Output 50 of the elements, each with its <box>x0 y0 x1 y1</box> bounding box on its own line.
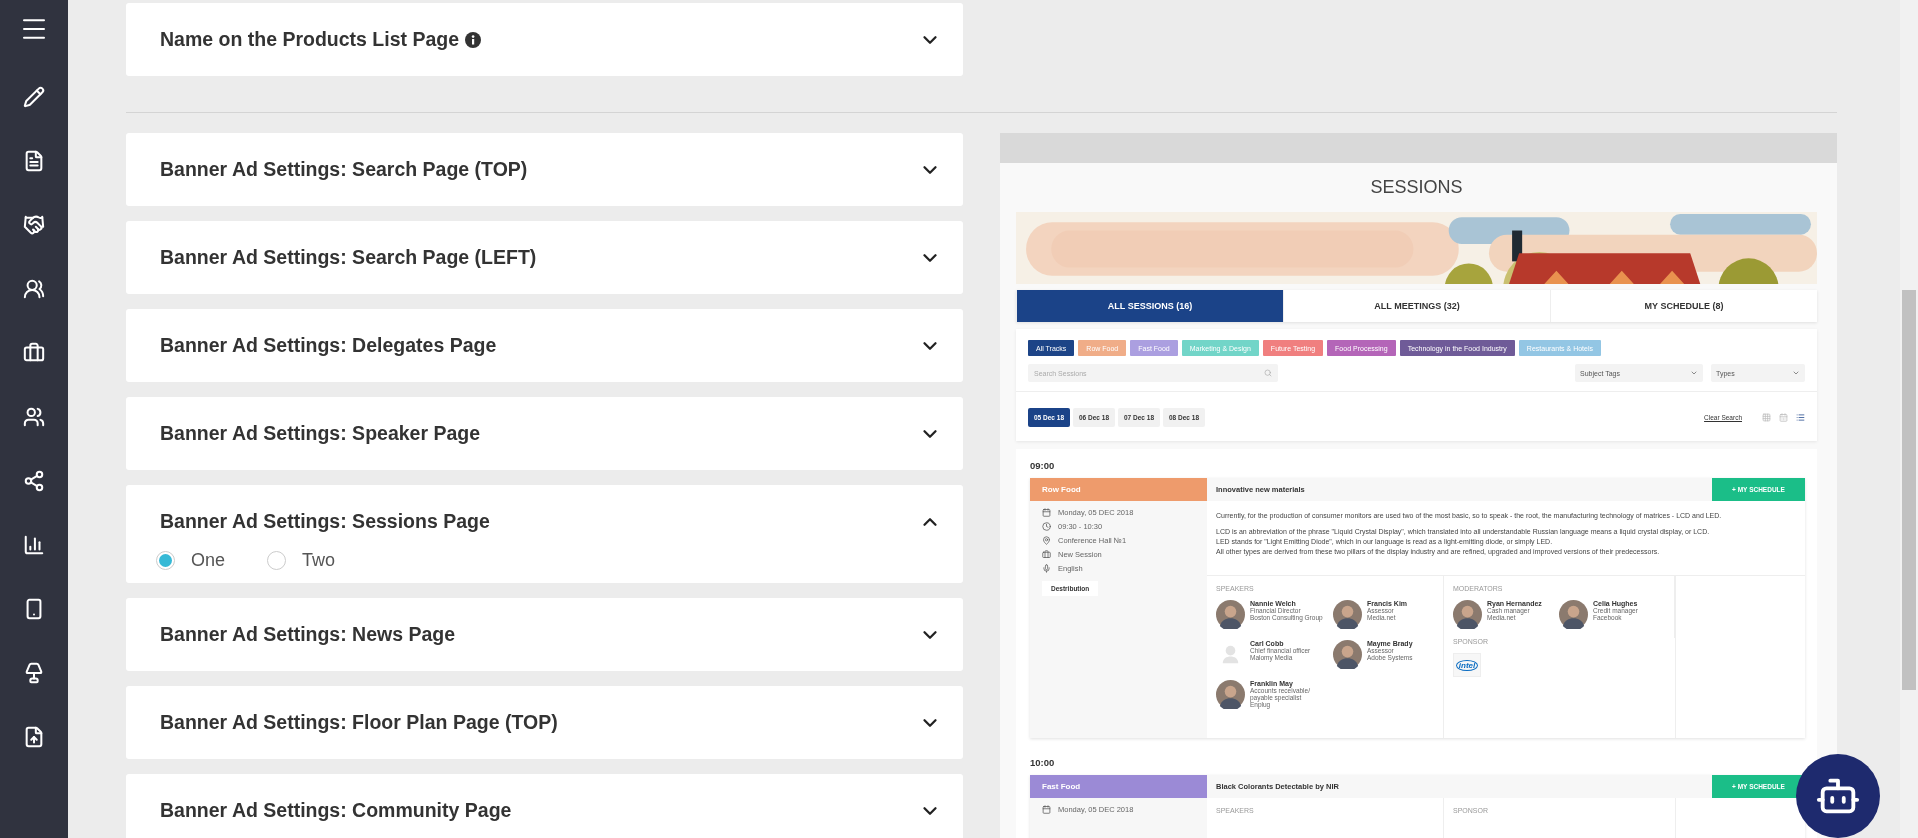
avatar <box>1559 600 1588 629</box>
session-time: 09:00 <box>1030 459 1056 473</box>
scrollbar-track[interactable] <box>1900 0 1918 838</box>
radio-button[interactable] <box>156 551 175 570</box>
tab[interactable]: ALL SESSIONS (16) <box>1016 290 1283 322</box>
calendar-icon <box>1042 508 1051 517</box>
section-title: Banner Ad Settings: Community Page <box>160 799 512 822</box>
track-header: Fast Food <box>1030 775 1207 798</box>
bar-chart-icon[interactable] <box>23 534 45 556</box>
lamp-icon[interactable] <box>23 662 45 684</box>
list-icon[interactable] <box>1796 413 1805 422</box>
handshake-icon[interactable] <box>23 214 45 236</box>
section-title: Banner Ad Settings: Delegates Page <box>160 334 497 357</box>
pencil-icon[interactable] <box>23 86 45 108</box>
group-icon[interactable] <box>23 278 45 300</box>
session-time: 10:00 <box>1030 756 1056 770</box>
avatar <box>1216 600 1245 629</box>
section-title: Banner Ad Settings: Search Page (TOP) <box>160 158 528 181</box>
calendar-icon <box>1042 805 1051 814</box>
chevron-down-icon <box>1690 369 1698 377</box>
avatar <box>1216 680 1245 709</box>
avatar <box>1333 640 1362 669</box>
avatar <box>1453 600 1482 629</box>
pin-icon <box>1042 536 1051 545</box>
scrollbar-thumb[interactable] <box>1902 290 1916 690</box>
avatar <box>1333 600 1362 629</box>
section-title: Banner Ad Settings: Sessions Page <box>160 510 490 533</box>
section-title: Banner Ad Settings: Speaker Page <box>160 422 481 445</box>
section-title: Banner Ad Settings: Search Page (LEFT) <box>160 246 537 269</box>
tab[interactable]: MY SCHEDULE (8) <box>1550 290 1817 322</box>
share-icon[interactable] <box>23 470 45 492</box>
radio-label: Two <box>302 550 336 571</box>
microphone-icon <box>1042 564 1051 573</box>
chevron-down-icon <box>1792 369 1800 377</box>
section-title: Banner Ad Settings: News Page <box>160 623 456 646</box>
file-upload-icon[interactable] <box>23 726 45 748</box>
clock-icon <box>1042 522 1051 531</box>
search-icon <box>1264 369 1272 377</box>
sponsor-logo: intel <box>1453 653 1481 677</box>
users-icon[interactable] <box>23 406 45 428</box>
tab[interactable]: ALL MEETINGS (32) <box>1283 290 1550 322</box>
briefcase-icon[interactable] <box>23 342 45 364</box>
section-title: Name on the Products List Page <box>160 28 482 51</box>
radio-label: One <box>191 550 226 571</box>
document-icon[interactable] <box>23 150 45 172</box>
track-header: Row Food <box>1030 478 1207 501</box>
preview-title: SESSIONS <box>1369 177 1464 198</box>
section-title: Banner Ad Settings: Floor Plan Page (TOP) <box>160 711 558 734</box>
radio-button[interactable] <box>267 551 287 570</box>
briefcase-icon <box>1042 550 1051 559</box>
